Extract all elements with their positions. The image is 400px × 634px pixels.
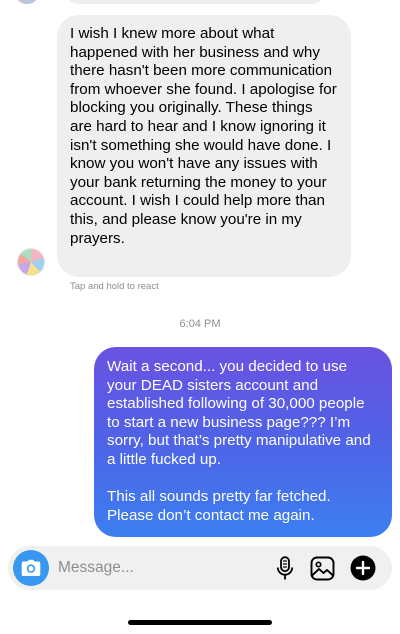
incoming-message-bubble[interactable]: I wish I knew more about what happened w…: [57, 15, 351, 277]
message-timestamp: 6:04 PM: [179, 318, 221, 330]
outgoing-message-paragraph: Wait a second... you decided to use your…: [107, 358, 371, 468]
outgoing-message-bubble[interactable]: Wait a second... you decided to use your…: [94, 347, 392, 537]
camera-button[interactable]: [13, 550, 49, 586]
sender-avatar[interactable]: [17, 248, 45, 276]
outgoing-message-paragraph: This all sounds pretty far fetched. Plea…: [107, 488, 331, 524]
home-indicator: [128, 620, 272, 625]
message-input[interactable]: [58, 556, 258, 580]
microphone-icon: [276, 555, 294, 579]
voice-message-button[interactable]: [272, 555, 298, 581]
plus-circle-icon: [350, 555, 376, 581]
previous-avatar: [16, 0, 38, 4]
react-hint: Tap and hold to react: [70, 281, 159, 292]
add-button[interactable]: [350, 555, 376, 581]
gallery-icon: [310, 556, 334, 580]
camera-icon: [21, 559, 41, 576]
previous-message-bubble: [62, 0, 328, 4]
gallery-button[interactable]: [309, 555, 335, 581]
message-composer: [8, 546, 392, 590]
